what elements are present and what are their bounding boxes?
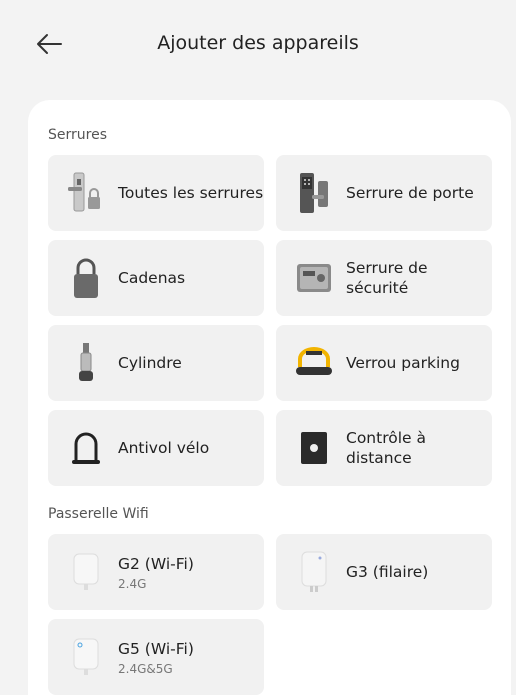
tile-text: G5 (Wi-Fi) 2.4G&5G (118, 639, 194, 676)
tile-label: Cylindre (118, 354, 182, 372)
tile-gateway-g2[interactable]: G2 (Wi-Fi) 2.4G (48, 534, 264, 610)
page-title: Ajouter des appareils (157, 32, 359, 54)
tile-padlock[interactable]: Cadenas (48, 240, 264, 316)
tile-door-lock[interactable]: Serrure de porte (276, 155, 492, 231)
tile-text: G2 (Wi-Fi) 2.4G (118, 554, 194, 591)
section-title-gateways: Passerelle Wifi (48, 506, 149, 522)
gateway-g3-icon (292, 550, 336, 594)
tile-safe-lock[interactable]: Serrure de sécurité (276, 240, 492, 316)
tile-remote-control[interactable]: Contrôle à distance (276, 410, 492, 486)
tile-label: Cadenas (118, 269, 186, 287)
tile-bike-lock[interactable]: Antivol vélo (48, 410, 264, 486)
section-title-locks: Serrures (48, 127, 107, 143)
tile-gateway-g3[interactable]: G3 (filaire) (276, 534, 492, 610)
tile-label: Serrure de porte (346, 184, 474, 202)
smart-lock-icon (64, 171, 108, 215)
door-lock-icon (292, 171, 336, 215)
tile-parking-lock[interactable]: Verrou parking (276, 325, 492, 401)
add-device-page: Ajouter des appareils Serrures Toutes le… (0, 0, 516, 695)
tile-sublabel: 2.4G&5G (118, 661, 173, 676)
tile-all-locks[interactable]: Toutes les serrures (48, 155, 264, 231)
remote-control-icon (292, 426, 336, 470)
tile-label: Antivol vélo (118, 439, 210, 457)
parking-lock-icon (292, 341, 336, 385)
tile-label: Contrôle à distance (346, 429, 426, 467)
tile-label: Toutes les serrures (118, 184, 264, 202)
tile-sublabel: 2.4G (118, 576, 147, 591)
tile-label: G5 (Wi-Fi) (118, 639, 194, 658)
tile-gateway-g5[interactable]: G5 (Wi-Fi) 2.4G&5G (48, 619, 264, 695)
bike-lock-icon (64, 426, 108, 470)
tile-label: Verrou parking (346, 354, 460, 372)
tile-label: G3 (filaire) (346, 563, 429, 581)
tile-label: G2 (Wi-Fi) (118, 554, 194, 573)
gateway-g5-icon (64, 635, 108, 679)
safe-lock-icon (292, 256, 336, 300)
tile-cylinder[interactable]: Cylindre (48, 325, 264, 401)
padlock-icon (64, 256, 108, 300)
header: Ajouter des appareils (0, 0, 516, 90)
gateway-g2-icon (64, 550, 108, 594)
cylinder-icon (64, 341, 108, 385)
tile-label: Serrure de sécurité (346, 259, 428, 297)
